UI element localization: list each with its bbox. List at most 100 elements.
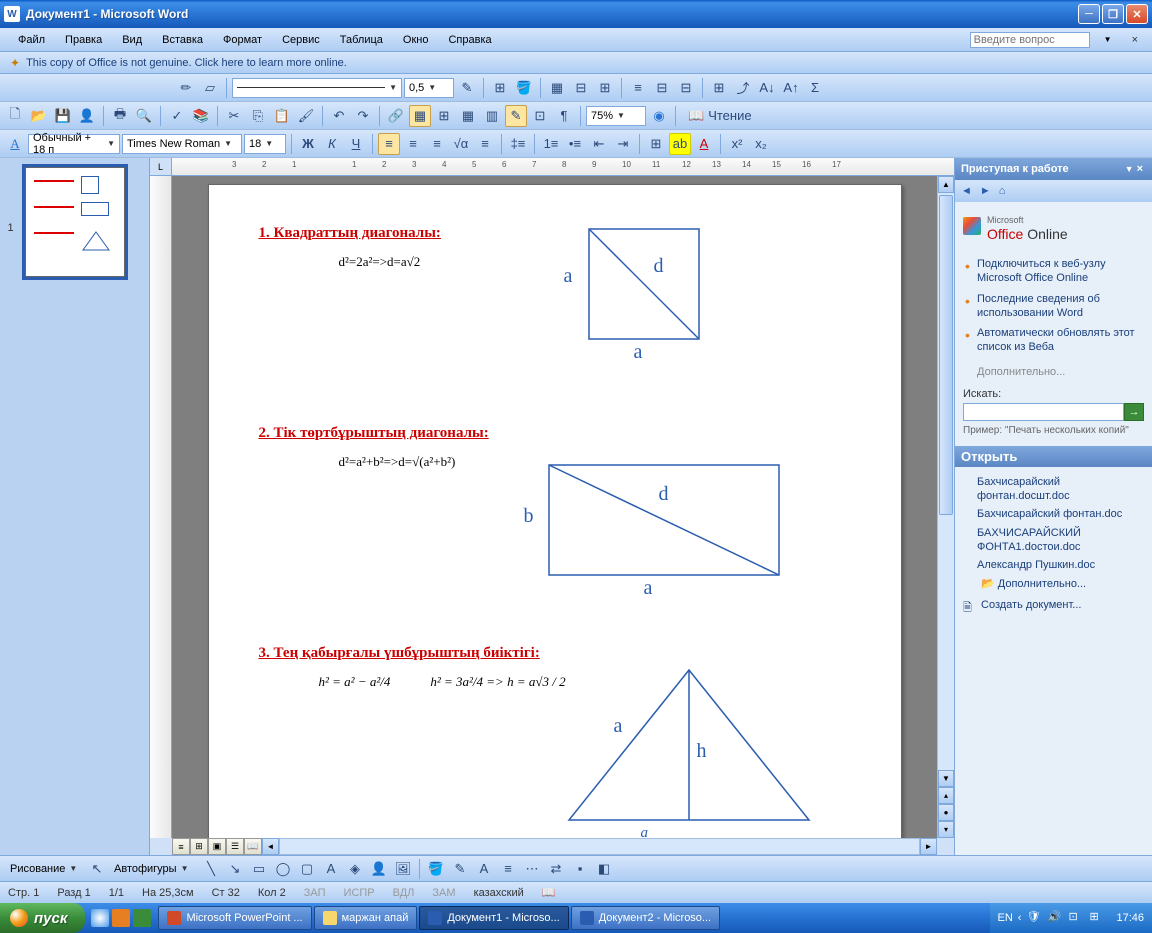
browse-object-icon[interactable]: ● <box>938 804 954 821</box>
borders2-icon[interactable]: ⊞ <box>645 133 667 155</box>
copy-icon[interactable]: ⎘ <box>247 105 269 127</box>
status-ext[interactable]: ВДЛ <box>393 887 415 899</box>
taskpane-back-icon[interactable]: ◄ <box>961 185 972 197</box>
menu-tools[interactable]: Сервис <box>272 31 330 49</box>
taskbar-powerpoint[interactable]: Microsoft PowerPoint ... <box>158 906 311 930</box>
tp-file-1[interactable]: Бахчисарайский фонтан.doc <box>963 505 1144 523</box>
open-icon[interactable]: 📂 <box>28 105 50 127</box>
format-painter-icon[interactable]: 🖌 <box>295 105 317 127</box>
horizontal-ruler[interactable]: L 321 123 456 789 101112 131415 1617 <box>150 158 954 176</box>
status-trk[interactable]: ИСПР <box>344 887 375 899</box>
subscript-icon[interactable]: x₂ <box>750 133 772 155</box>
insert-table2-icon[interactable]: ⊞ <box>433 105 455 127</box>
maximize-button[interactable]: ❐ <box>1102 4 1124 24</box>
paste-icon[interactable]: 📋 <box>271 105 293 127</box>
web-view-icon[interactable]: ⊞ <box>190 838 208 855</box>
menu-insert[interactable]: Вставка <box>152 31 213 49</box>
bold-icon[interactable]: Ж <box>297 133 319 155</box>
underline-icon[interactable]: Ч <box>345 133 367 155</box>
print-icon[interactable]: 🖶 <box>109 105 131 127</box>
tp-search-input[interactable] <box>963 403 1124 421</box>
tp-more-link[interactable]: Дополнительно... <box>963 366 1144 378</box>
oval-icon[interactable]: ◯ <box>272 858 294 880</box>
taskpane-close-icon[interactable]: × <box>1134 163 1146 175</box>
tp-search-go-button[interactable]: → <box>1124 403 1144 421</box>
distribute-cols-icon[interactable]: ⊟ <box>675 77 697 99</box>
rectangle-icon[interactable]: ▭ <box>248 858 270 880</box>
show-marks-icon[interactable]: ¶ <box>553 105 575 127</box>
justify-icon[interactable]: ≡ <box>474 133 496 155</box>
autoshapes-menu[interactable]: Автофигуры ▼ <box>110 859 198 879</box>
tp-link-news[interactable]: Последние сведения об использовании Word <box>963 289 1144 324</box>
borders-icon[interactable]: ⊞ <box>489 77 511 99</box>
menu-table[interactable]: Таблица <box>330 31 393 49</box>
fontsize-combo[interactable]: 18▼ <box>244 134 286 154</box>
scroll-left-icon[interactable]: ◄ <box>262 838 279 855</box>
menu-help[interactable]: Справка <box>438 31 501 49</box>
border-color-icon[interactable]: ✎ <box>456 77 478 99</box>
autoformat-icon[interactable]: ⊞ <box>708 77 730 99</box>
status-book-icon[interactable]: 📖 <box>542 886 556 899</box>
excel-icon[interactable]: ▦ <box>457 105 479 127</box>
vertical-ruler[interactable] <box>150 176 172 838</box>
line-style2-icon[interactable]: ≡ <box>497 858 519 880</box>
tray-icon-4[interactable]: ⊞ <box>1089 910 1105 926</box>
clipart-icon[interactable]: 👤 <box>368 858 390 880</box>
status-lang[interactable]: казахский <box>474 887 524 899</box>
fill-color-icon[interactable]: 🪣 <box>425 858 447 880</box>
taskpane-dropdown-icon[interactable]: ▼ <box>1125 164 1134 174</box>
scroll-down-icon[interactable]: ▼ <box>938 770 954 787</box>
font-combo[interactable]: Times New Roman▼ <box>122 134 242 154</box>
textbox-icon[interactable]: ▢ <box>296 858 318 880</box>
line-color-icon[interactable]: ✎ <box>449 858 471 880</box>
redo-icon[interactable]: ↷ <box>352 105 374 127</box>
insert-table-icon[interactable]: ▦ <box>546 77 568 99</box>
taskbar-word2[interactable]: Документ2 - Microso... <box>571 906 720 930</box>
styles-icon[interactable]: A <box>4 133 26 155</box>
align-center-icon[interactable]: ≡ <box>402 133 424 155</box>
save-icon[interactable]: 💾 <box>52 105 74 127</box>
tables-borders-toggle-icon[interactable]: ▦ <box>409 105 431 127</box>
align-left-icon[interactable]: ≡ <box>378 133 400 155</box>
taskbar-folder[interactable]: маржан апай <box>314 906 418 930</box>
split-cells-icon[interactable]: ⊞ <box>594 77 616 99</box>
distribute-rows-icon[interactable]: ⊟ <box>651 77 673 99</box>
tray-chevron-icon[interactable]: ‹ <box>1018 912 1022 924</box>
merge-cells-icon[interactable]: ⊟ <box>570 77 592 99</box>
diagram-icon[interactable]: ◈ <box>344 858 366 880</box>
menu-file[interactable]: Файл <box>8 31 55 49</box>
scroll-up-icon[interactable]: ▲ <box>938 176 954 193</box>
tp-create-doc[interactable]: Создать документ... <box>963 593 1144 613</box>
hyperlink-icon[interactable]: 🔗 <box>385 105 407 127</box>
status-ovr[interactable]: ЗАМ <box>432 887 455 899</box>
reading-view-icon[interactable]: 📖 <box>244 838 262 855</box>
genuine-warning-bar[interactable]: ✦ This copy of Office is not genuine. Cl… <box>0 52 1152 74</box>
undo-icon[interactable]: ↶ <box>328 105 350 127</box>
sort-asc-icon[interactable]: A↓ <box>756 77 778 99</box>
draw-menu[interactable]: Рисование ▼ <box>6 859 84 879</box>
highlight-icon[interactable]: ab <box>669 133 691 155</box>
horizontal-scrollbar[interactable] <box>279 838 920 855</box>
ql-icon-3[interactable] <box>133 909 151 927</box>
tray-icon-3[interactable]: ⊡ <box>1068 910 1084 926</box>
permission-icon[interactable]: 👤 <box>76 105 98 127</box>
tp-files-more[interactable]: 📂 Дополнительно... <box>963 575 1144 593</box>
tp-file-2[interactable]: БАХЧИСАРАЙСКИЙ ФОНТА1.doстои.doc <box>963 524 1144 557</box>
next-page-icon[interactable]: ▾ <box>938 821 954 838</box>
minimize-button[interactable]: ─ <box>1078 4 1100 24</box>
shading-icon[interactable]: 🪣 <box>513 77 535 99</box>
line-weight-combo[interactable]: 0,5▼ <box>404 78 454 98</box>
status-rec[interactable]: ЗАП <box>304 887 326 899</box>
font-color2-icon[interactable]: A <box>473 858 495 880</box>
arrow-style-icon[interactable]: ⇄ <box>545 858 567 880</box>
wordart-icon[interactable]: А <box>320 858 342 880</box>
tray-clock[interactable]: 17:46 <box>1116 912 1144 924</box>
columns-icon[interactable]: ▥ <box>481 105 503 127</box>
menu-view[interactable]: Вид <box>112 31 152 49</box>
close-button[interactable]: ✕ <box>1126 4 1148 24</box>
align-right-icon[interactable]: ≡ <box>426 133 448 155</box>
document-page[interactable]: 1. Квадраттың диагоналы: d²=2a²=>d=a√2 a… <box>208 184 902 838</box>
arrow-icon[interactable]: ↘ <box>224 858 246 880</box>
superscript-icon[interactable]: x² <box>726 133 748 155</box>
tp-link-autoupdate[interactable]: Автоматически обновлять этот список из В… <box>963 323 1144 358</box>
